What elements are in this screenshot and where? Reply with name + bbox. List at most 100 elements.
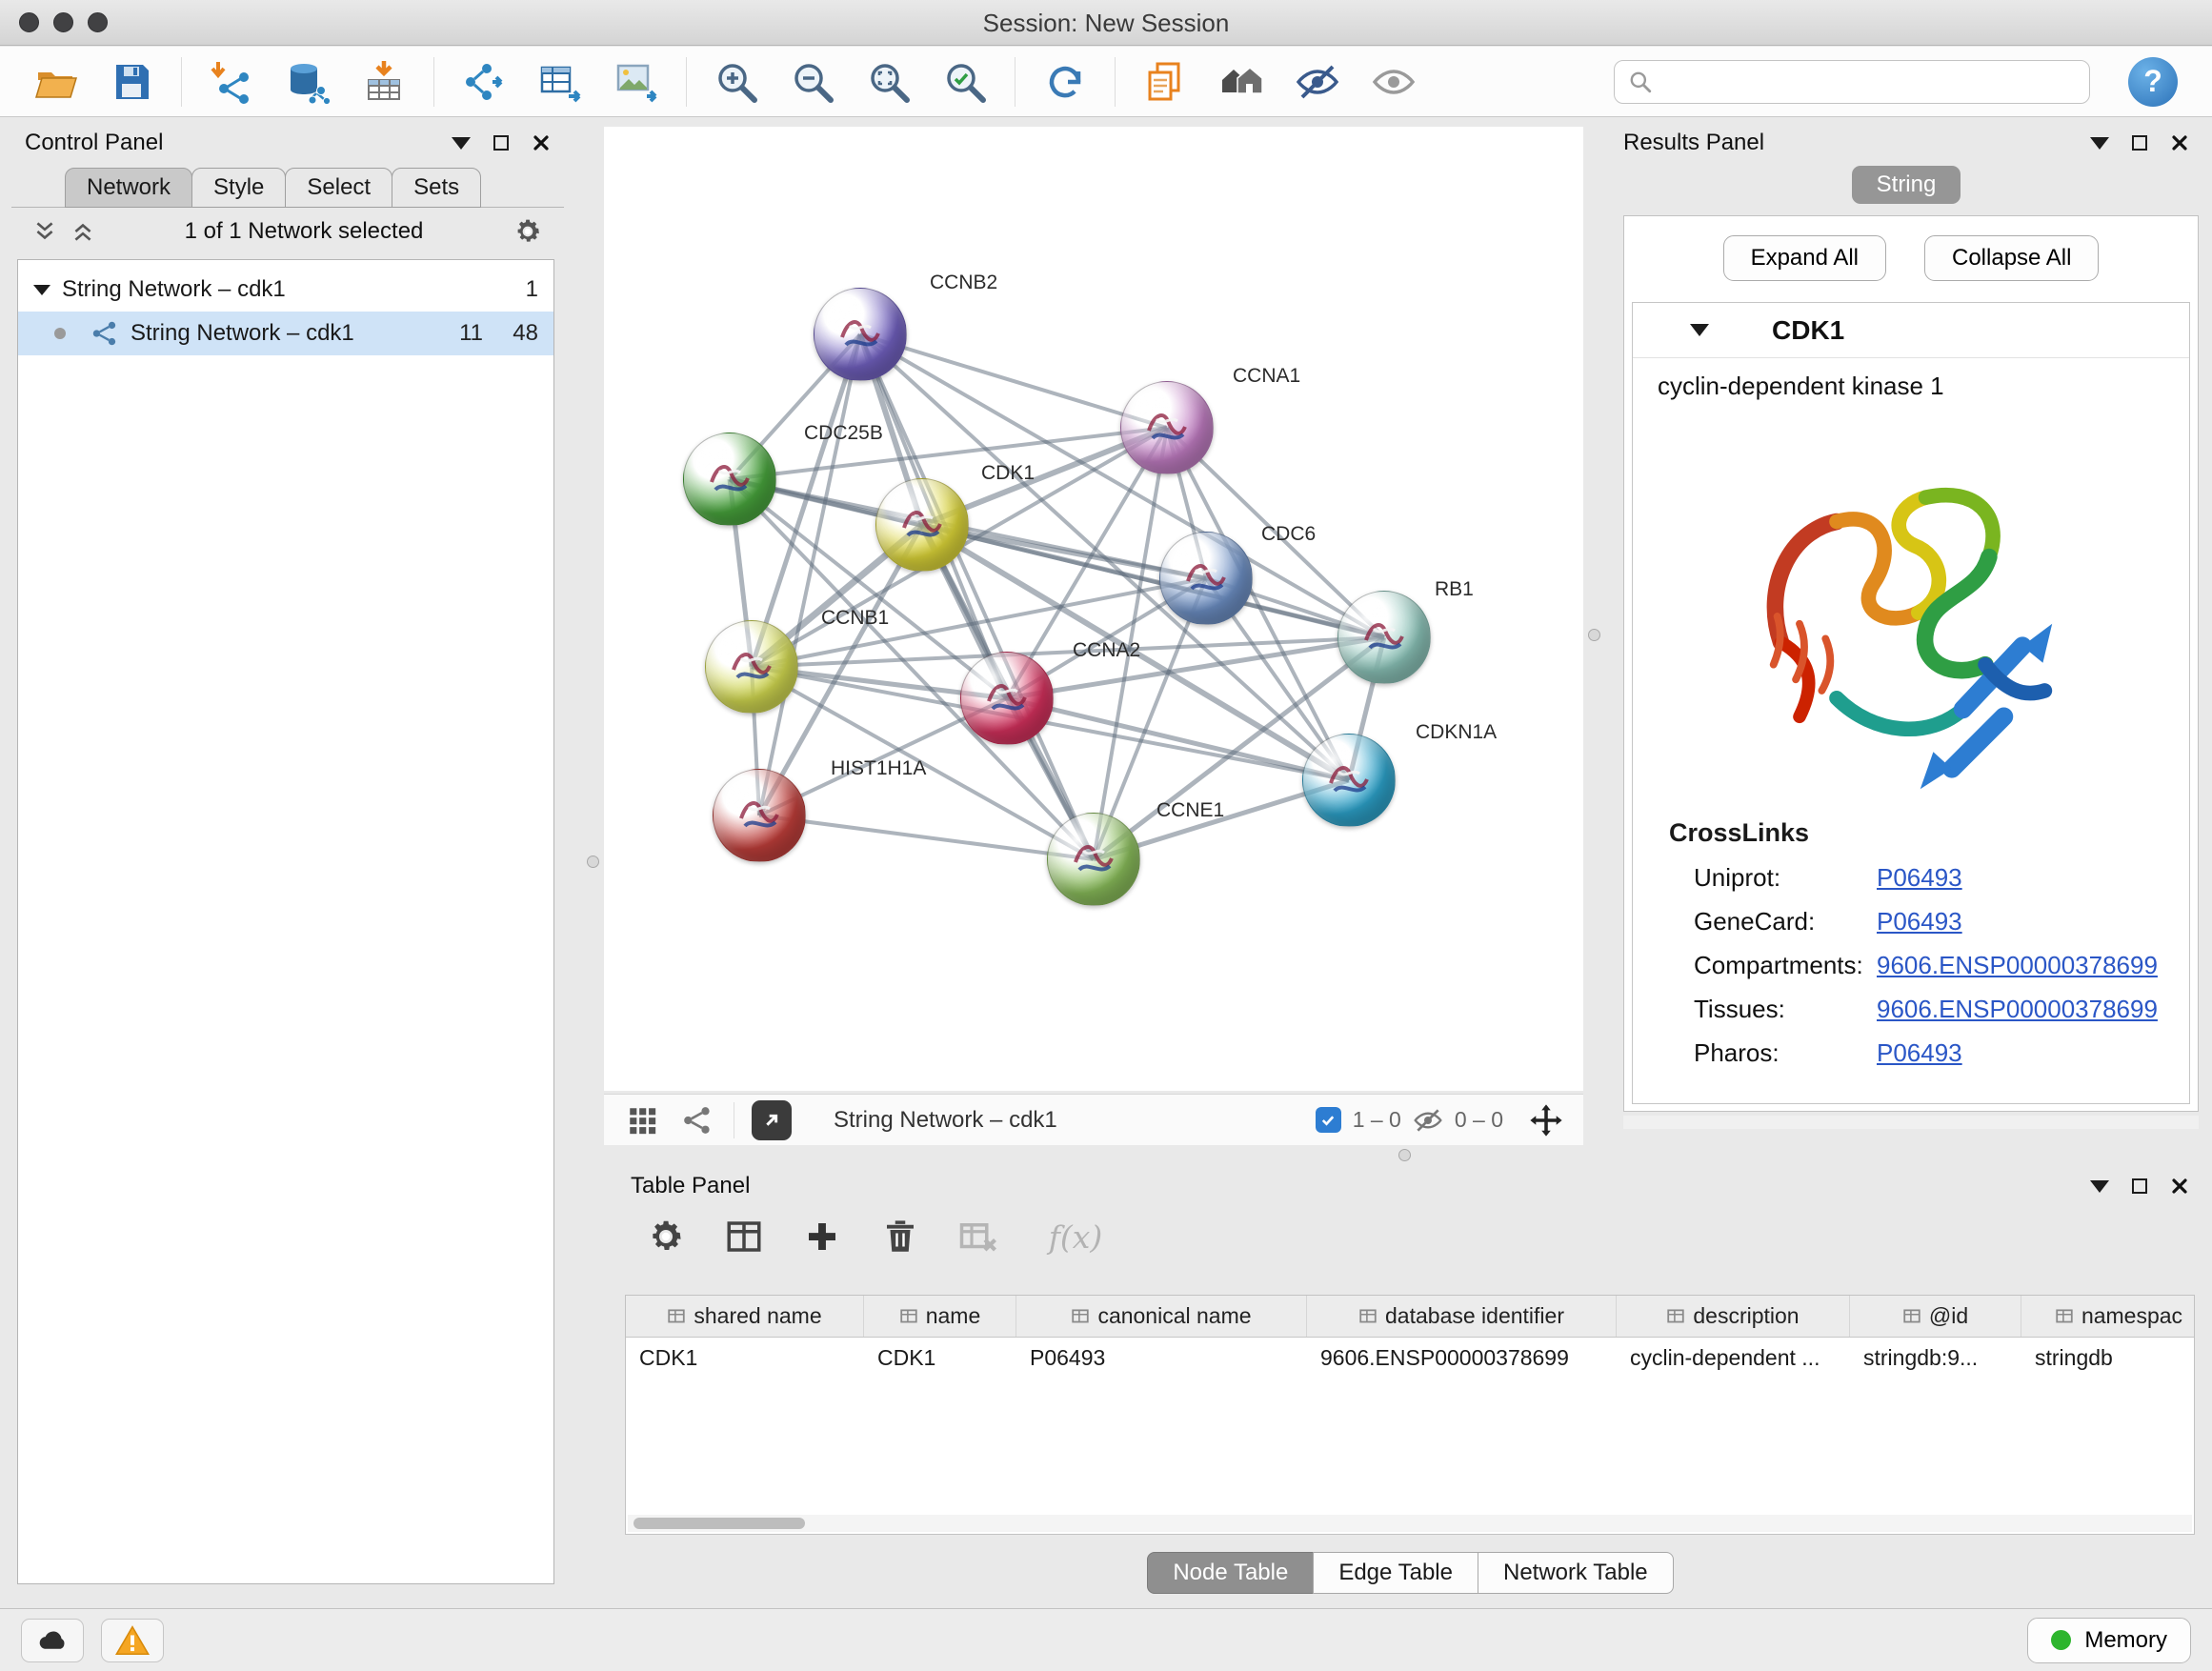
crosslink-value-link[interactable]: P06493 [1877,907,1962,936]
collapse-all-icon[interactable] [32,219,57,244]
help-button[interactable]: ? [2128,57,2178,107]
warnings-button[interactable] [101,1619,164,1662]
crosslink-value-link[interactable]: 9606.ENSP00000378699 [1877,995,2158,1024]
selected-nodes-checkbox-icon[interactable] [1316,1107,1341,1133]
table-row[interactable]: CDK1CDK1P064939606.ENSP00000378699cyclin… [626,1338,2194,1378]
network-canvas[interactable]: CCNB2CCNA1CDC25BCDK1CDC6RB1CCNB1CCNA2CDK… [604,127,1583,1091]
browser-button[interactable] [1215,55,1268,109]
protein-section-header[interactable]: CDK1 [1633,303,2189,358]
tab-sets[interactable]: Sets [392,168,481,208]
column-header-description[interactable]: description [1617,1296,1850,1337]
left-splitter-handle[interactable] [587,856,599,868]
gear-icon[interactable] [513,216,543,247]
search-input[interactable] [1662,69,2076,95]
memory-button[interactable]: Memory [2027,1618,2191,1663]
network-nodes-layer: CCNB2CCNA1CDC25BCDK1CDC6RB1CCNB1CCNA2CDK… [604,127,1583,1091]
import-network-database-button[interactable] [281,55,334,109]
refresh-button[interactable] [1038,55,1092,109]
zoom-in-button[interactable] [710,55,763,109]
clear-table-button[interactable] [955,1213,1002,1260]
zoom-fit-button[interactable] [862,55,915,109]
copy-button[interactable] [1138,55,1192,109]
network-node-ccna2[interactable] [960,652,1054,745]
grid-view-button[interactable] [623,1101,661,1139]
network-node-ccnb2[interactable] [814,288,907,381]
network-node-rb1[interactable] [1337,591,1431,684]
detach-view-button[interactable] [752,1100,792,1140]
maximize-panel-icon[interactable] [2132,1178,2147,1194]
maximize-panel-icon[interactable] [493,135,509,151]
network-view-button[interactable] [678,1101,716,1139]
panel-menu-icon[interactable] [452,137,471,150]
expand-all-button[interactable]: Expand All [1723,235,1886,281]
zoom-out-button[interactable] [786,55,839,109]
table-hscrollbar[interactable] [628,1515,2192,1532]
function-builder-button[interactable]: f(x) [1033,1213,1118,1260]
collapse-all-button[interactable]: Collapse All [1924,235,2099,281]
collapse-tree-icon[interactable] [33,285,50,295]
right-splitter-handle[interactable] [1588,629,1600,641]
network-node-ccne1[interactable] [1047,813,1140,906]
export-network-button[interactable] [457,55,511,109]
panel-menu-icon[interactable] [2090,137,2109,150]
node-structure-glyph [981,673,1033,724]
hidden-eye-slash-icon[interactable] [1413,1105,1443,1136]
crosslink-value-link[interactable]: P06493 [1877,863,1962,893]
network-node-hist1h1a[interactable] [713,769,806,862]
column-icon [1902,1307,1921,1326]
show-columns-button[interactable] [720,1213,768,1260]
close-panel-icon[interactable] [532,133,551,152]
panel-menu-icon[interactable] [2090,1180,2109,1193]
save-session-button[interactable] [105,55,158,109]
network-node-ccnb1[interactable] [705,620,798,714]
column-header--id[interactable]: @id [1850,1296,2021,1337]
maximize-panel-icon[interactable] [2132,135,2147,151]
tab-style[interactable]: Style [191,168,286,208]
network-node-ccna1[interactable] [1120,381,1214,474]
column-header-database-identifier[interactable]: database identifier [1307,1296,1617,1337]
crosslink-value-link[interactable]: 9606.ENSP00000378699 [1877,951,2158,980]
show-button[interactable] [1367,55,1420,109]
pan-crosshair-icon[interactable] [1528,1102,1564,1138]
column-header-canonical-name[interactable]: canonical name [1016,1296,1307,1337]
network-node-cdc25b[interactable] [683,433,776,526]
tab-network[interactable]: Network [65,168,192,208]
hide-toolbar-button[interactable] [1291,55,1344,109]
column-header-namespac[interactable]: namespac [2021,1296,2195,1337]
export-image-button[interactable] [610,55,663,109]
tab-string[interactable]: String [1852,166,1961,204]
tab-node-table[interactable]: Node Table [1147,1552,1314,1594]
column-icon [1666,1307,1685,1326]
table-options-button[interactable] [642,1213,690,1260]
zoom-selected-button[interactable] [938,55,992,109]
node-structure-glyph [704,453,755,505]
collapse-section-icon[interactable] [1690,324,1709,336]
cloud-status-button[interactable] [21,1619,84,1662]
delete-column-button[interactable] [876,1213,924,1260]
string-results-box: Expand All Collapse All CDK1 cyclin-depe… [1623,215,2199,1112]
bottom-splitter-handle[interactable] [1398,1149,1411,1161]
close-panel-icon[interactable] [2170,133,2189,152]
open-session-button[interactable] [29,55,82,109]
expand-all-icon[interactable] [70,219,95,244]
tab-select[interactable]: Select [285,168,392,208]
network-collection-row[interactable]: String Network – cdk1 1 [18,268,553,312]
column-header-name[interactable]: name [864,1296,1016,1337]
crosslink-value-link[interactable]: P06493 [1877,1038,1962,1068]
tab-network-table[interactable]: Network Table [1478,1552,1674,1594]
export-table-button[interactable] [533,55,587,109]
network-glyph-icon [681,1104,714,1137]
import-network-file-button[interactable] [205,55,258,109]
tab-edge-table[interactable]: Edge Table [1313,1552,1478,1594]
network-node-cdc6[interactable] [1159,532,1253,625]
close-panel-icon[interactable] [2170,1177,2189,1196]
table-hscrollbar-thumb[interactable] [633,1518,805,1529]
network-node-cdk1[interactable] [875,478,969,572]
column-header-shared-name[interactable]: shared name [626,1296,864,1337]
column-icon [1071,1307,1090,1326]
network-node-cdkn1a[interactable] [1302,734,1396,827]
results-scrollbar[interactable] [1623,1116,2199,1129]
import-table-file-button[interactable] [357,55,411,109]
add-column-button[interactable] [798,1213,846,1260]
network-row[interactable]: String Network – cdk1 11 48 [18,312,553,355]
